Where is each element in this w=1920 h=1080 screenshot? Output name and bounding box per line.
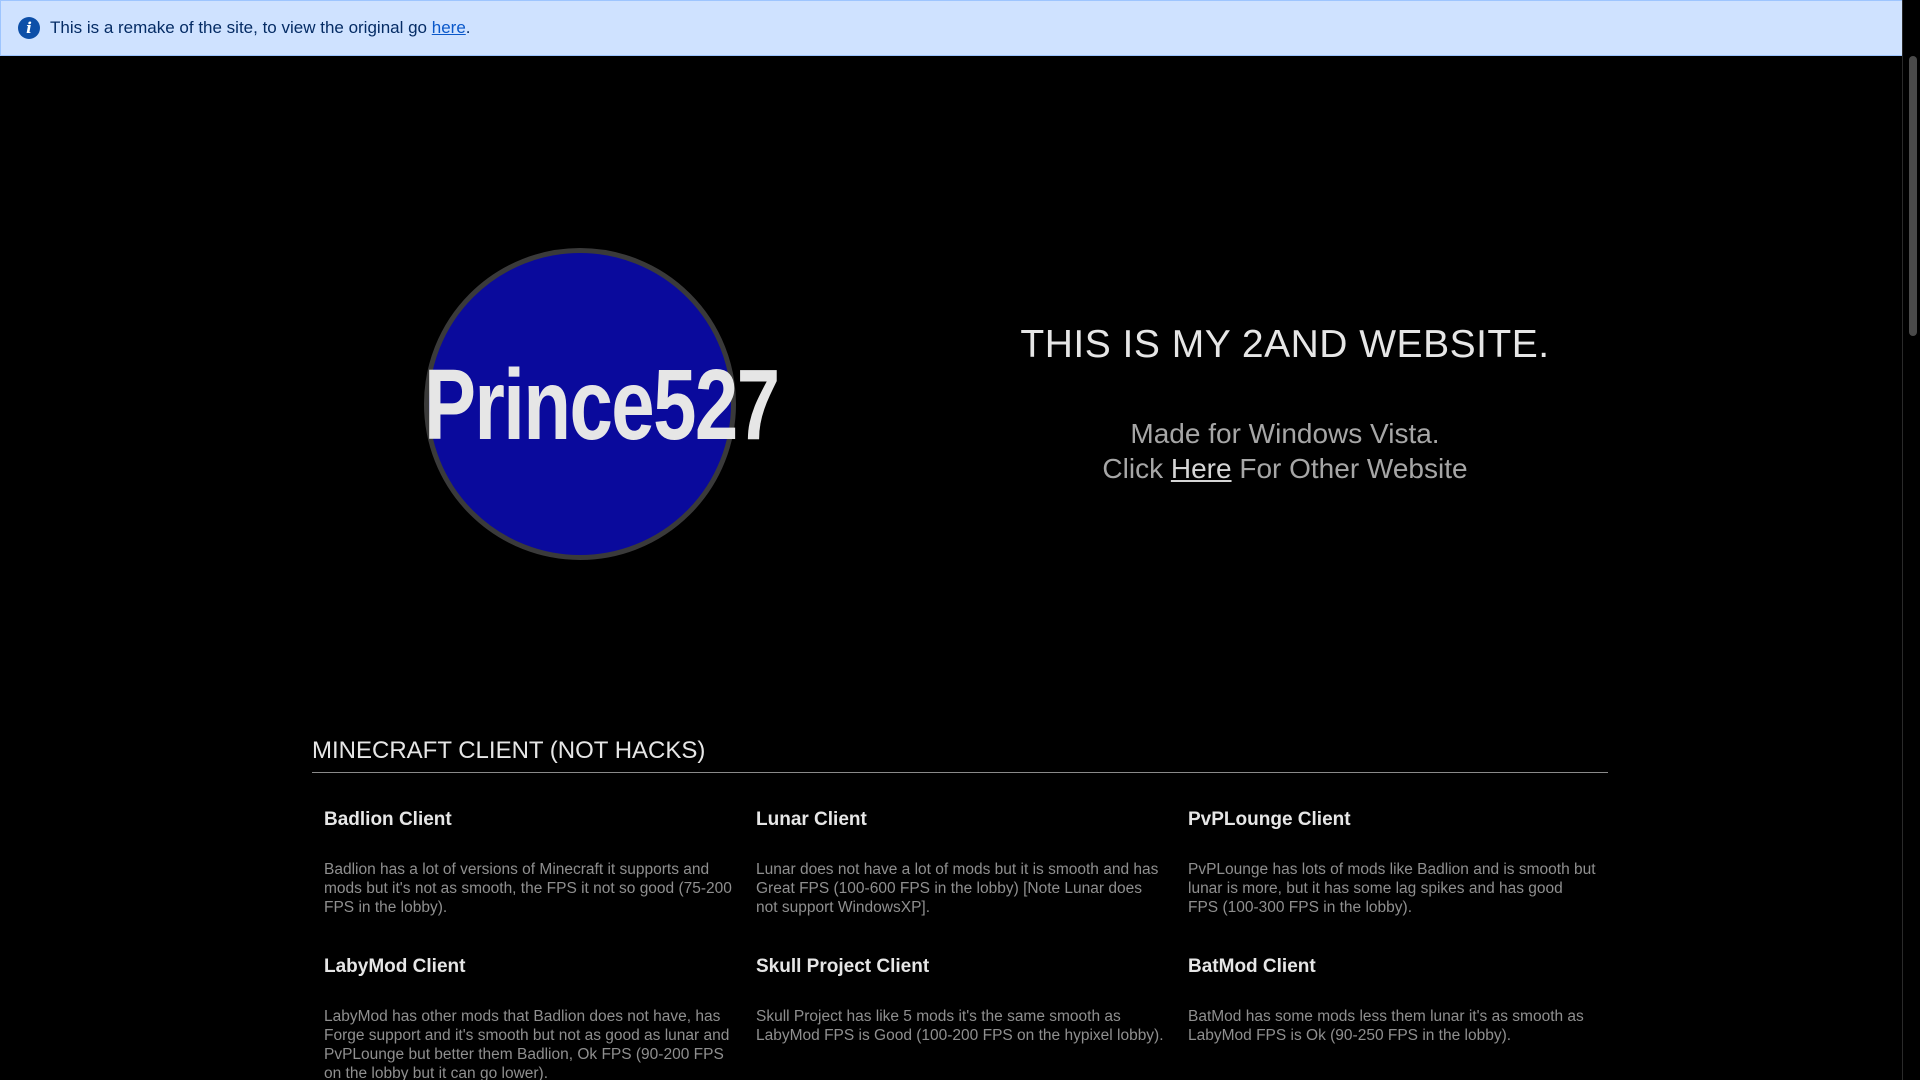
client-description: Skull Project has like 5 mods it's the s… xyxy=(756,1008,1164,1044)
client-description: Badlion has a lot of versions of Minecra… xyxy=(324,861,732,916)
client-card-lunar: Lunar Client Lunar does not have a lot o… xyxy=(744,796,1176,943)
hero-subtitle: Made for Windows Vista. Click Here For O… xyxy=(940,416,1630,486)
vertical-scrollbar[interactable] xyxy=(1902,0,1920,1080)
client-name: BatMod Client xyxy=(1188,956,1316,977)
client-description: PvPLounge has lots of mods like Badlion … xyxy=(1188,861,1596,916)
section-title: MINECRAFT CLIENT (NOT HACKS) xyxy=(312,737,706,764)
client-description: BatMod has some mods less them lunar it'… xyxy=(1188,1008,1584,1044)
client-name: Badlion Client xyxy=(324,809,452,830)
section-divider xyxy=(312,772,1608,773)
info-banner: i This is a remake of the site, to view … xyxy=(0,0,1918,56)
client-card-skull-project: Skull Project Client Skull Project has l… xyxy=(744,943,1176,1080)
banner-suffix: . xyxy=(465,18,471,37)
banner-text: This is a remake of the site, to view th… xyxy=(50,18,471,38)
hero-line-vista: Made for Windows Vista. xyxy=(1130,418,1440,449)
client-name: Lunar Client xyxy=(756,809,867,830)
scrollbar-thumb[interactable] xyxy=(1909,56,1917,336)
client-name: PvPLounge Client xyxy=(1188,809,1351,830)
other-website-link[interactable]: Here xyxy=(1171,453,1232,484)
client-grid: Badlion Client Badlion has a lot of vers… xyxy=(312,796,1608,1080)
hero: THIS IS MY 2AND WEBSITE. Made for Window… xyxy=(940,318,1630,486)
hero-line-other-site: Click Here For Other Website xyxy=(940,451,1630,486)
client-name: LabyMod Client xyxy=(324,956,466,977)
client-card-labymod: LabyMod Client LabyMod has other mods th… xyxy=(312,943,744,1080)
client-description: LabyMod has other mods that Badlion does… xyxy=(324,1008,730,1080)
page: i This is a remake of the site, to view … xyxy=(0,0,1920,1080)
client-card-badlion: Badlion Client Badlion has a lot of vers… xyxy=(312,796,744,943)
client-card-batmod: BatMod Client BatMod has some mods less … xyxy=(1176,943,1608,1080)
logo-text: Prince527 xyxy=(424,349,780,461)
banner-message: This is a remake of the site, to view th… xyxy=(50,18,432,37)
client-name: Skull Project Client xyxy=(756,956,930,977)
original-site-link[interactable]: here xyxy=(432,18,466,37)
client-card-pvplounge: PvPLounge Client PvPLounge has lots of m… xyxy=(1176,796,1608,943)
hero-click-prefix: Click xyxy=(1102,453,1171,484)
client-description: Lunar does not have a lot of mods but it… xyxy=(756,861,1159,916)
hero-title: THIS IS MY 2AND WEBSITE. xyxy=(1020,323,1550,366)
hero-click-suffix: For Other Website xyxy=(1231,453,1468,484)
info-icon: i xyxy=(18,17,40,39)
